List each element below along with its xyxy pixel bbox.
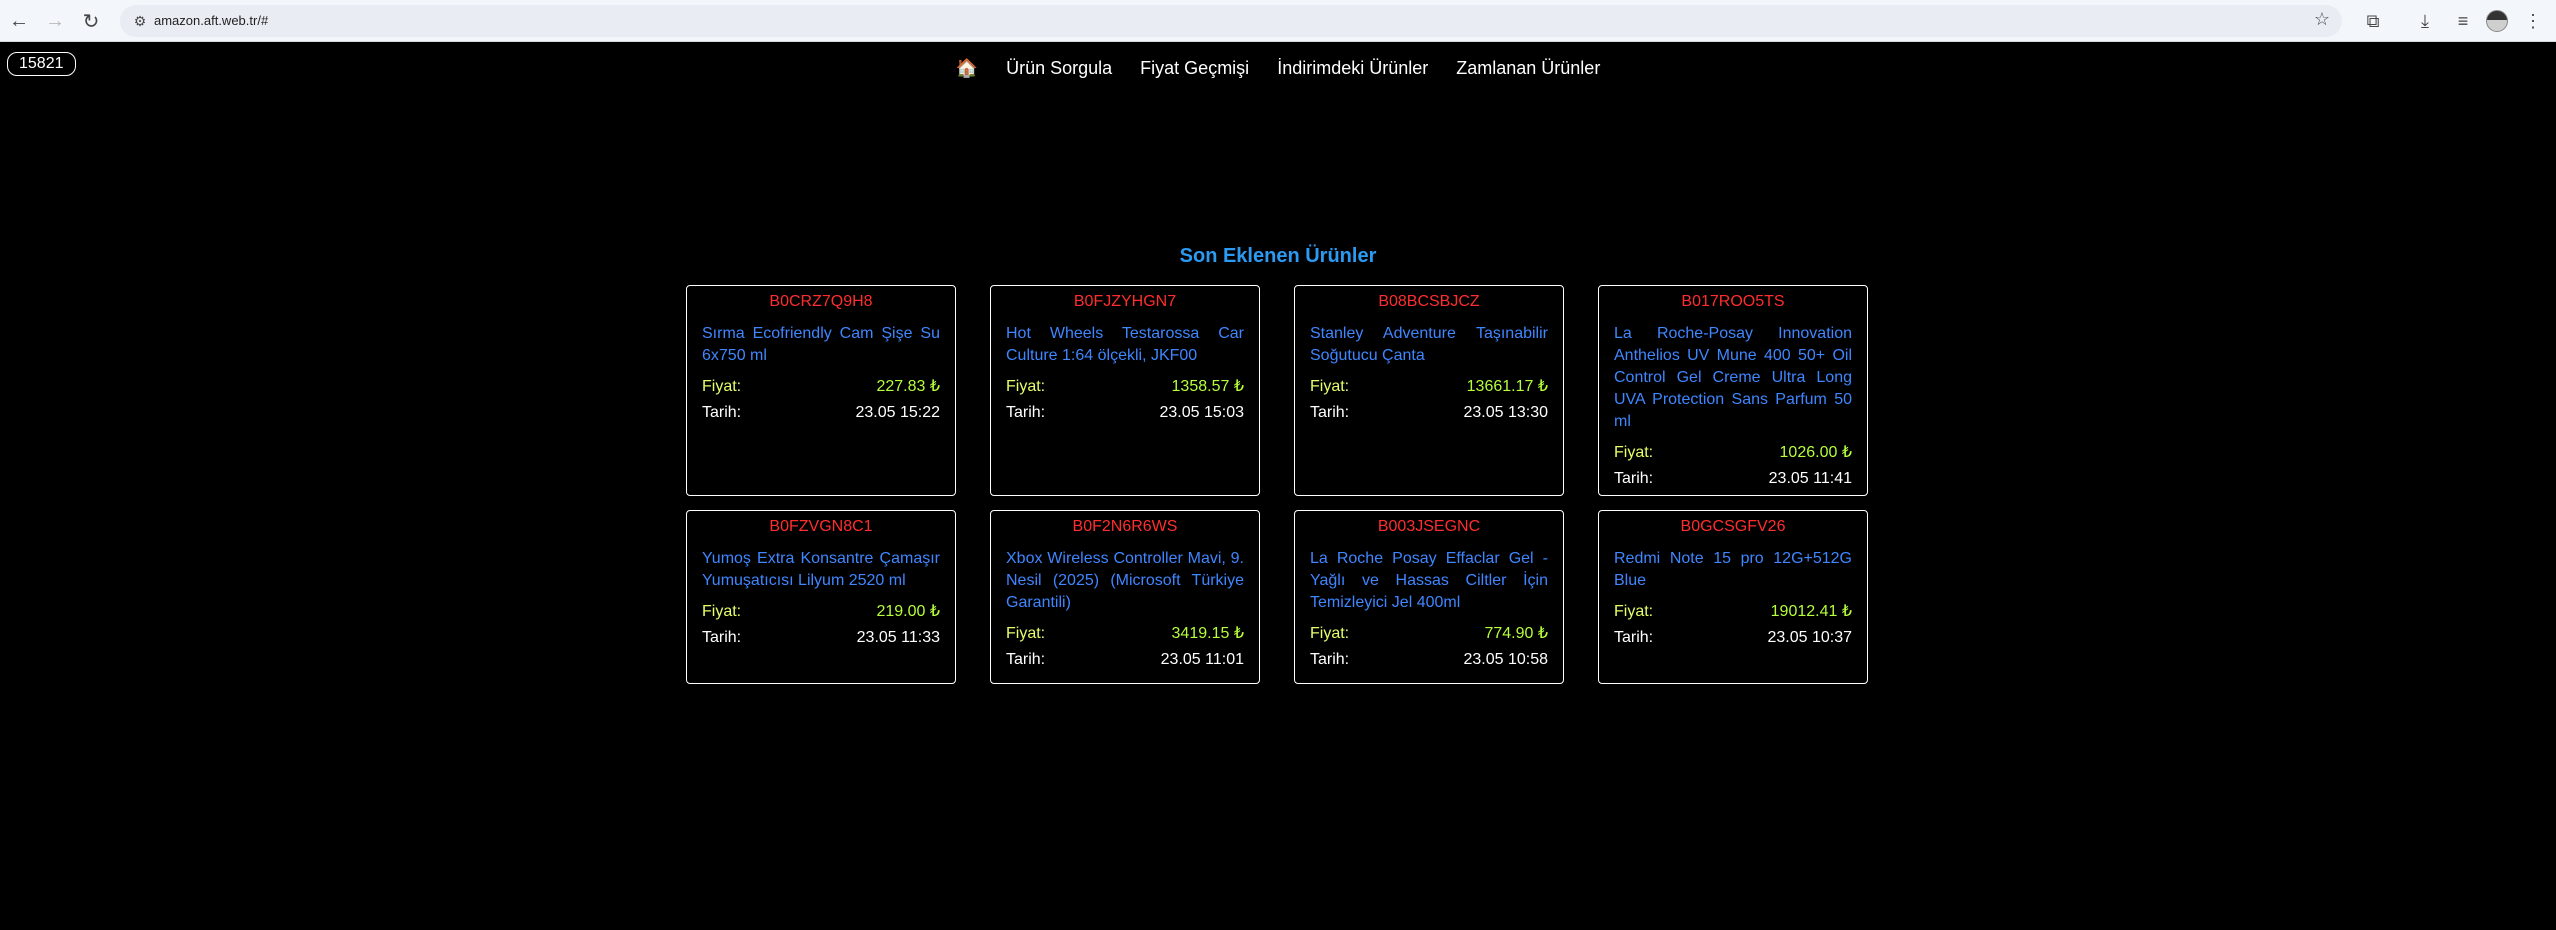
product-name[interactable]: Yumoş Extra Konsantre Çamaşır Yumuşatıcı… xyxy=(702,548,940,592)
date-label: Tarih: xyxy=(702,404,742,421)
product-price: 1026.00 ₺ xyxy=(1779,444,1852,461)
product-date: 23.05 11:01 xyxy=(1160,651,1244,668)
product-name[interactable]: La Roche-Posay Innovation Anthelios UV M… xyxy=(1614,323,1852,433)
product-id[interactable]: B0FJZYHGN7 xyxy=(1006,292,1244,312)
section-title: Son Eklenen Ürünler xyxy=(1179,245,1377,267)
price-label: Fiyat: xyxy=(1006,625,1046,642)
date-label: Tarih: xyxy=(1310,651,1350,668)
product-name[interactable]: Stanley Adventure Taşınabilir Soğutucu Ç… xyxy=(1310,323,1548,367)
extensions-icon[interactable]: ⧉ xyxy=(2358,6,2388,36)
product-id[interactable]: B08BCSBJCZ xyxy=(1310,292,1548,312)
product-price: 19012.41 ₺ xyxy=(1770,603,1852,620)
product-date: 23.05 10:37 xyxy=(1767,629,1852,646)
price-label: Fiyat: xyxy=(1614,603,1654,620)
price-label: Fiyat: xyxy=(1006,378,1046,395)
product-price: 13661.17 ₺ xyxy=(1466,378,1548,395)
site-settings-icon[interactable]: ⚙ xyxy=(130,11,150,31)
product-card[interactable]: B0F2N6R6WS Xbox Wireless Controller Mavi… xyxy=(990,510,1260,684)
product-date: 23.05 15:03 xyxy=(1159,404,1244,421)
product-name[interactable]: Xbox Wireless Controller Mavi, 9. Nesil … xyxy=(1006,548,1244,614)
product-price: 1358.57 ₺ xyxy=(1171,378,1244,395)
product-card[interactable]: B0FZVGN8C1 Yumoş Extra Konsantre Çamaşır… xyxy=(686,510,956,684)
product-card[interactable]: B017ROO5TS La Roche-Posay Innovation Ant… xyxy=(1598,285,1868,496)
main-navigation: 🏠 Ürün Sorgula Fiyat Geçmişi İndirimdeki… xyxy=(0,58,2556,79)
profile-avatar[interactable] xyxy=(2486,10,2508,32)
product-grid: B0CRZ7Q9H8 Sırma Ecofriendly Cam Şişe Su… xyxy=(686,285,1870,684)
product-id[interactable]: B003JSEGNC xyxy=(1310,517,1548,537)
product-card[interactable]: B003JSEGNC La Roche Posay Effaclar Gel -… xyxy=(1294,510,1564,684)
price-label: Fiyat: xyxy=(1310,625,1350,642)
price-label: Fiyat: xyxy=(1310,378,1350,395)
address-url: amazon.aft.web.tr/# xyxy=(154,13,269,28)
address-bar[interactable]: ⚙ amazon.aft.web.tr/# ☆ xyxy=(120,5,2342,37)
bookmark-star-icon[interactable]: ☆ xyxy=(2314,9,2330,30)
product-price: 3419.15 ₺ xyxy=(1171,625,1244,642)
product-name[interactable]: Sırma Ecofriendly Cam Şişe Su 6x750 ml xyxy=(702,323,940,367)
home-icon[interactable]: 🏠 xyxy=(956,58,978,79)
product-name[interactable]: Redmi Note 15 pro 12G+512G Blue xyxy=(1614,548,1852,592)
date-label: Tarih: xyxy=(1006,651,1046,668)
product-date: 23.05 11:41 xyxy=(1768,470,1852,487)
product-price: 219.00 ₺ xyxy=(876,603,940,620)
nav-zamlanan-urunler[interactable]: Zamlanan Ürünler xyxy=(1456,58,1600,79)
date-label: Tarih: xyxy=(1614,629,1654,646)
product-name[interactable]: Hot Wheels Testarossa Car Culture 1:64 ö… xyxy=(1006,323,1244,367)
product-id[interactable]: B0FZVGN8C1 xyxy=(702,517,940,537)
product-date: 23.05 10:58 xyxy=(1463,651,1548,668)
product-id[interactable]: B0GCSGFV26 xyxy=(1614,517,1852,537)
browser-toolbar: ← → ↻ ⚙ amazon.aft.web.tr/# ☆ ⧉ ⤓ ≡ ⋮ xyxy=(0,0,2556,42)
product-card[interactable]: B0FJZYHGN7 Hot Wheels Testarossa Car Cul… xyxy=(990,285,1260,496)
product-card[interactable]: B08BCSBJCZ Stanley Adventure Taşınabilir… xyxy=(1294,285,1564,496)
date-label: Tarih: xyxy=(1006,404,1046,421)
price-label: Fiyat: xyxy=(702,603,742,620)
reload-icon[interactable]: ↻ xyxy=(76,6,106,36)
date-label: Tarih: xyxy=(1310,404,1350,421)
product-price: 774.90 ₺ xyxy=(1484,625,1548,642)
date-label: Tarih: xyxy=(1614,470,1654,487)
product-date: 23.05 13:30 xyxy=(1463,404,1548,421)
product-date: 23.05 11:33 xyxy=(856,629,940,646)
media-controls-icon[interactable]: ≡ xyxy=(2448,6,2478,36)
product-price: 227.83 ₺ xyxy=(876,378,940,395)
product-id[interactable]: B0F2N6R6WS xyxy=(1006,517,1244,537)
price-label: Fiyat: xyxy=(1614,444,1654,461)
back-arrow-icon[interactable]: ← xyxy=(4,6,34,36)
forward-arrow-icon[interactable]: → xyxy=(40,6,70,36)
product-id[interactable]: B017ROO5TS xyxy=(1614,292,1852,312)
product-date: 23.05 15:22 xyxy=(855,404,940,421)
menu-kebab-icon[interactable]: ⋮ xyxy=(2518,6,2548,36)
product-id[interactable]: B0CRZ7Q9H8 xyxy=(702,292,940,312)
nav-indirimdeki-urunler[interactable]: İndirimdeki Ürünler xyxy=(1277,58,1428,79)
product-card[interactable]: B0CRZ7Q9H8 Sırma Ecofriendly Cam Şişe Su… xyxy=(686,285,956,496)
date-label: Tarih: xyxy=(702,629,742,646)
nav-fiyat-gecmisi[interactable]: Fiyat Geçmişi xyxy=(1140,58,1249,79)
download-icon[interactable]: ⤓ xyxy=(2410,6,2440,36)
price-label: Fiyat: xyxy=(702,378,742,395)
nav-urun-sorgula[interactable]: Ürün Sorgula xyxy=(1006,58,1112,79)
product-name[interactable]: La Roche Posay Effaclar Gel - Yağlı ve H… xyxy=(1310,548,1548,614)
product-card[interactable]: B0GCSGFV26 Redmi Note 15 pro 12G+512G Bl… xyxy=(1598,510,1868,684)
